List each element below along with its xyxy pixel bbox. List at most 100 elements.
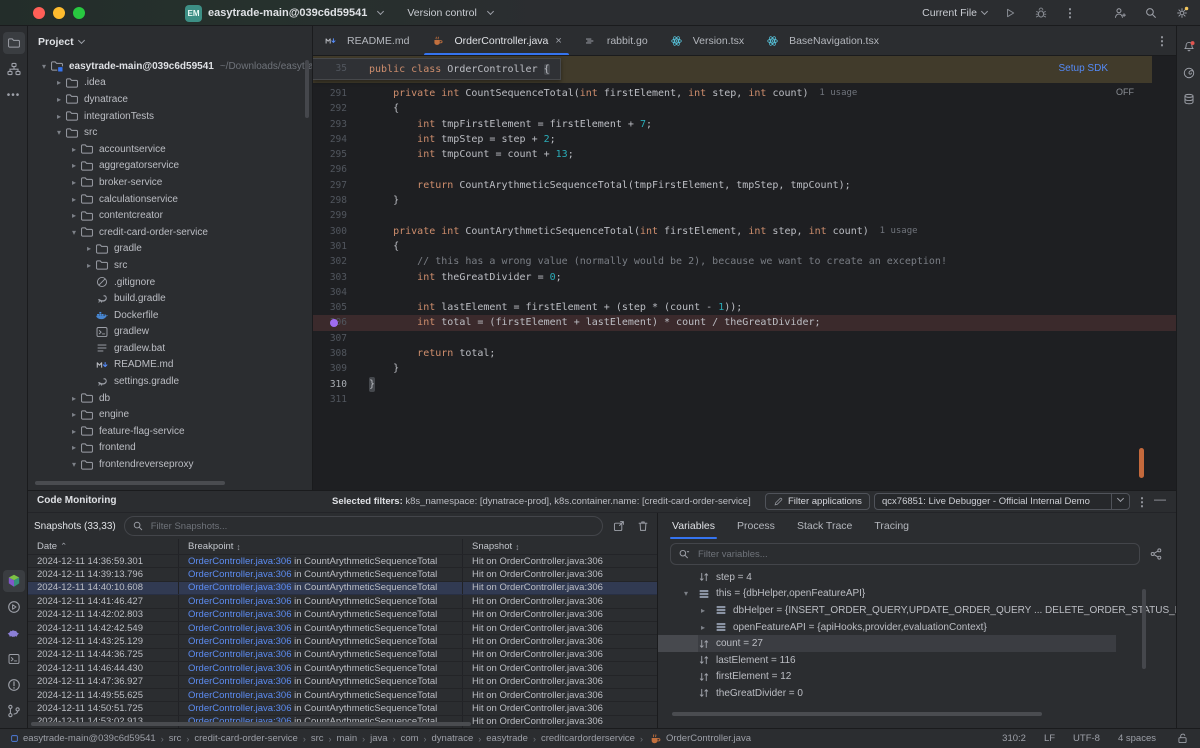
code-line-311[interactable]: 311: [313, 392, 1176, 407]
line-number[interactable]: 299: [313, 208, 347, 223]
code-with-me-icon[interactable]: [1112, 5, 1128, 21]
breakpoint-link[interactable]: OrderController.java:306: [188, 596, 292, 607]
code-line-303[interactable]: 303 int theGreatDivider = 0;: [313, 270, 1176, 285]
code-line-309[interactable]: 309 }: [313, 361, 1176, 376]
more-actions-button[interactable]: ⋮: [1064, 6, 1076, 20]
tree-chevron-icon[interactable]: ▸: [68, 211, 80, 220]
breadcrumb-src[interactable]: src: [311, 733, 324, 744]
breakpoint-link[interactable]: OrderController.java:306: [188, 703, 292, 714]
tree-chevron-icon[interactable]: ▸: [83, 244, 95, 253]
line-number[interactable]: 298: [313, 193, 347, 208]
tree-item-easytrade-main-039c6d59541[interactable]: ▾easytrade-main@039c6d59541~/Downloads/e…: [28, 58, 312, 75]
variable-row-openFeatureAPI[interactable]: ▸openFeatureAPI = {apiHooks,provider,eva…: [658, 619, 1176, 636]
share-icon[interactable]: [1148, 546, 1164, 562]
line-number[interactable]: 302: [313, 254, 347, 269]
debugger-tool-button[interactable]: [3, 622, 25, 644]
tree-chevron-icon[interactable]: ▸: [68, 178, 80, 187]
line-number[interactable]: 300: [313, 224, 347, 239]
breakpoint-link[interactable]: OrderController.java:306: [188, 609, 292, 620]
tree-item-contentcreator[interactable]: ▸contentcreator: [28, 207, 312, 224]
tab-stack-trace[interactable]: Stack Trace: [797, 513, 852, 539]
line-number[interactable]: 309: [313, 361, 347, 376]
tree-chevron-icon[interactable]: ▾: [68, 460, 80, 469]
variable-chevron-icon[interactable]: ▸: [701, 606, 714, 615]
snapshot-row[interactable]: 2024-12-11 14:43:25.129OrderController.j…: [28, 635, 657, 648]
variable-chevron-icon[interactable]: ▾: [684, 589, 697, 598]
snapshot-row[interactable]: 2024-12-11 14:50:51.725OrderController.j…: [28, 702, 657, 715]
line-number[interactable]: 307: [313, 331, 347, 346]
vcs-widget[interactable]: Version control: [407, 7, 476, 19]
code-line-306[interactable]: 306 int total = (firstElement + lastElem…: [313, 315, 1176, 330]
tree-item-db[interactable]: ▸db: [28, 390, 312, 407]
problems-tool-button[interactable]: [3, 674, 25, 696]
tree-item-integrationtests[interactable]: ▸integrationTests: [28, 108, 312, 125]
tab-ordercontroller-java[interactable]: OrderController.java×: [420, 26, 572, 55]
breakpoint-link[interactable]: OrderController.java:306: [188, 663, 292, 674]
filter-applications-button[interactable]: Filter applications: [765, 493, 870, 510]
snapshot-filter-field[interactable]: [124, 516, 603, 536]
variables-horizontal-scrollbar[interactable]: [672, 712, 1042, 716]
code-line-293[interactable]: 293 int tmpFirstElement = firstElement +…: [313, 117, 1176, 132]
breadcrumb-creditcardorderservice[interactable]: creditcardorderservice: [541, 733, 635, 744]
tree-chevron-icon[interactable]: ▾: [53, 128, 65, 137]
code-line-310[interactable]: 310}: [313, 377, 1176, 392]
code-line-301[interactable]: 301 {: [313, 239, 1176, 254]
variable-chevron-icon[interactable]: ▸: [701, 623, 714, 632]
sticky-header-line[interactable]: 35public class OrderController {: [313, 58, 561, 80]
maximize-window-button[interactable]: [73, 7, 85, 19]
panel-title[interactable]: Code Monitoring: [37, 495, 116, 506]
tree-item-aggregatorservice[interactable]: ▸aggregatorservice: [28, 158, 312, 175]
tree-item-settings-gradle[interactable]: settings.gradle: [28, 373, 312, 390]
variable-row-this[interactable]: ▾this = {dbHelper,openFeatureAPI}: [658, 586, 1176, 603]
line-number[interactable]: 308: [313, 346, 347, 361]
breakpoint-icon[interactable]: [330, 319, 338, 327]
line-number[interactable]: 305: [313, 300, 347, 315]
breakpoint-link[interactable]: OrderController.java:306: [188, 636, 292, 647]
tab-options-button[interactable]: ⋮: [1156, 34, 1168, 48]
variables-filter-field[interactable]: [670, 543, 1140, 565]
breadcrumb-credit-card-order-service[interactable]: credit-card-order-service: [194, 733, 297, 744]
variables-vertical-scrollbar[interactable]: [1142, 589, 1146, 669]
line-number[interactable]: 301: [313, 239, 347, 254]
tree-chevron-icon[interactable]: ▸: [68, 410, 80, 419]
caret-position[interactable]: 310:2: [1002, 733, 1026, 744]
code-line-295[interactable]: 295 int tmpCount = count + 13;: [313, 147, 1176, 162]
line-number[interactable]: 296: [313, 162, 347, 177]
line-ending[interactable]: LF: [1044, 733, 1055, 744]
breadcrumb-easytrade-main-039c6d59541[interactable]: easytrade-main@039c6d59541: [10, 733, 156, 744]
breakpoint-link[interactable]: OrderController.java:306: [188, 569, 292, 580]
tree-chevron-icon[interactable]: ▸: [68, 443, 80, 452]
snapshot-row[interactable]: 2024-12-11 14:36:59.301OrderController.j…: [28, 555, 657, 568]
snapshot-row[interactable]: 2024-12-11 14:41:46.427OrderController.j…: [28, 595, 657, 608]
snapshot-row[interactable]: 2024-12-11 14:42:02.803OrderController.j…: [28, 609, 657, 622]
code-line-291[interactable]: 291 private int CountSequenceTotal(int f…: [313, 86, 1176, 101]
line-number[interactable]: 311: [313, 392, 347, 407]
breadcrumb-com[interactable]: com: [401, 733, 419, 744]
tree-item-credit-card-order-service[interactable]: ▾credit-card-order-service: [28, 224, 312, 241]
code-line-305[interactable]: 305 int lastElement = firstElement + (st…: [313, 300, 1176, 315]
tree-item-src[interactable]: ▾src: [28, 124, 312, 141]
close-tab-icon[interactable]: ×: [555, 35, 561, 47]
snapshot-row[interactable]: 2024-12-11 14:42:42.549OrderController.j…: [28, 622, 657, 635]
run-configuration-select[interactable]: Current File: [922, 7, 987, 19]
line-number[interactable]: 297: [313, 178, 347, 193]
tree-item-accountservice[interactable]: ▸accountservice: [28, 141, 312, 158]
tree-item-dockerfile[interactable]: Dockerfile: [28, 307, 312, 324]
code-lines[interactable]: 291 private int CountSequenceTotal(int f…: [313, 86, 1176, 407]
snapshot-row[interactable]: 2024-12-11 14:49:55.625OrderController.j…: [28, 689, 657, 702]
code-line-304[interactable]: 304: [313, 285, 1176, 300]
code-line-302[interactable]: 302 // this has a wrong value (normally …: [313, 254, 1176, 269]
tree-item-frontend[interactable]: ▸frontend: [28, 440, 312, 457]
column-date[interactable]: Date⌃: [28, 539, 178, 554]
run-tool-button[interactable]: [3, 596, 25, 618]
tree-item-gradlew[interactable]: gradlew: [28, 324, 312, 341]
variables-filter-input[interactable]: [696, 548, 1132, 561]
minimize-window-button[interactable]: [53, 7, 65, 19]
tree-item-calculationservice[interactable]: ▸calculationservice: [28, 191, 312, 208]
tree-item-frontendreverseproxy[interactable]: ▾frontendreverseproxy: [28, 456, 312, 473]
line-number[interactable]: 292: [313, 101, 347, 116]
breadcrumb-ordercontroller-java[interactable]: OrderController.java: [648, 732, 751, 746]
tree-chevron-icon[interactable]: ▸: [53, 95, 65, 104]
structure-tool-button[interactable]: [3, 58, 25, 80]
panel-options-button[interactable]: ⋮: [1136, 495, 1148, 509]
